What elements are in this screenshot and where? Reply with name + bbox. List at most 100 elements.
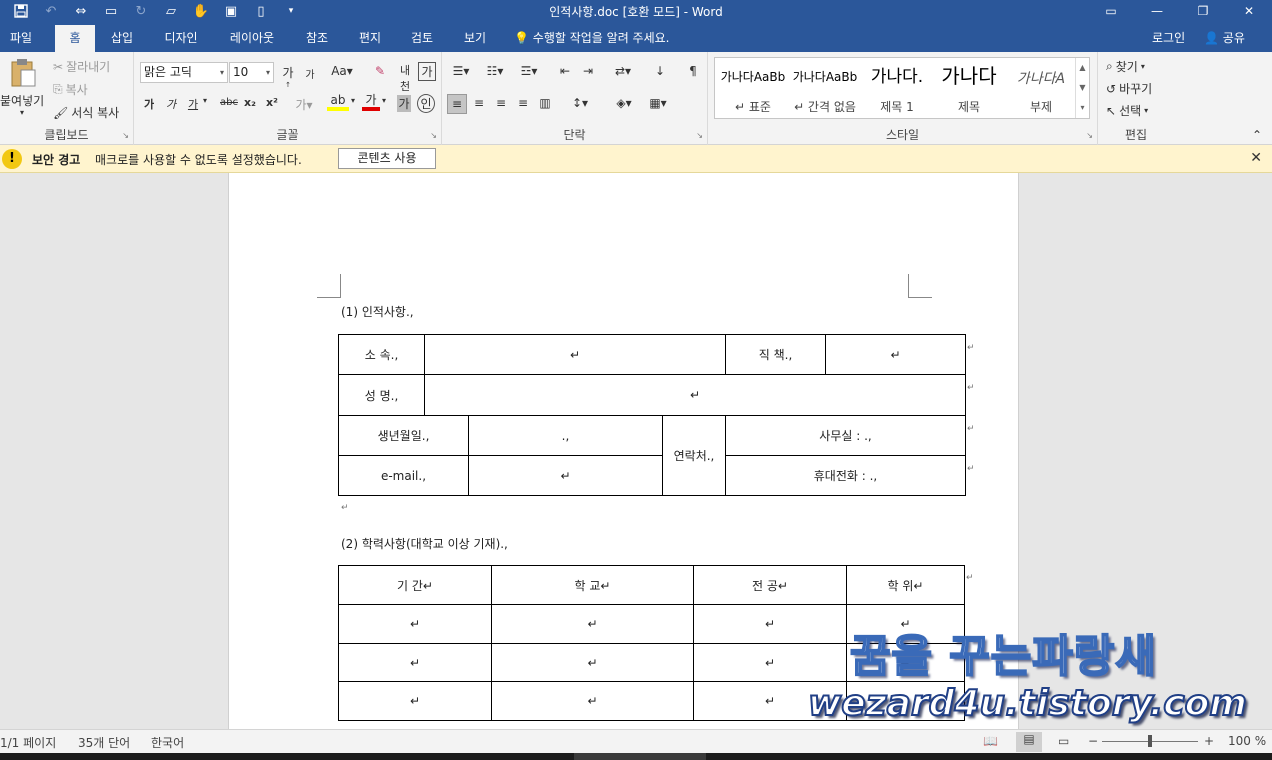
chevron-up-icon[interactable]: ▲ xyxy=(1076,58,1089,78)
style-normal[interactable]: 가나다AaBb ↵ 표준 xyxy=(717,58,789,118)
paste-dropdown-icon[interactable]: ▾ xyxy=(20,108,24,117)
phonetic-guide-icon[interactable]: 내천 xyxy=(395,62,415,94)
login-link[interactable]: 로그인 xyxy=(1152,25,1185,52)
zoom-out-button[interactable]: − xyxy=(1088,734,1098,748)
share-button[interactable]: 👤 공유 xyxy=(1204,25,1245,52)
zoom-in-button[interactable]: + xyxy=(1204,734,1214,748)
bullets-icon[interactable]: ☰▾ xyxy=(448,64,474,78)
affiliation-value[interactable]: ↵ xyxy=(424,334,726,375)
table-cell[interactable]: ↵ xyxy=(491,681,694,721)
char-shading-icon[interactable]: 가 xyxy=(397,95,411,112)
copy-button[interactable]: ⎘ 복사 xyxy=(53,81,88,98)
align-right-icon[interactable]: ≡ xyxy=(492,96,510,110)
distributed-icon[interactable]: ▥ xyxy=(536,96,554,110)
tab-mailings[interactable]: 편지 xyxy=(350,25,390,52)
select-button[interactable]: ↖ 선택 ▾ xyxy=(1106,102,1148,119)
highlight-icon[interactable]: ab xyxy=(327,94,349,111)
shrink-font-icon[interactable]: 가 xyxy=(302,66,318,81)
table-cell[interactable]: ↵ xyxy=(338,604,492,644)
enclose-char-icon[interactable]: 인 xyxy=(417,94,435,113)
justify-icon[interactable]: ≡ xyxy=(514,96,532,110)
find-button[interactable]: ⌕ 찾기 ▾ xyxy=(1106,58,1145,75)
minimize-button[interactable]: — xyxy=(1134,0,1180,22)
email-value[interactable]: ↵ xyxy=(468,455,663,496)
zoom-level[interactable]: 100 % xyxy=(1228,734,1266,748)
paragraph-launcher-icon[interactable]: ↘ xyxy=(696,131,703,140)
clipboard-launcher-icon[interactable]: ↘ xyxy=(122,131,129,140)
zoom-slider-thumb[interactable] xyxy=(1148,735,1152,747)
birth-value[interactable]: ., xyxy=(468,415,663,456)
font-launcher-icon[interactable]: ↘ xyxy=(430,131,437,140)
table-cell[interactable]: ↵ xyxy=(338,681,492,721)
clear-formatting-icon[interactable]: ✎ xyxy=(371,64,389,78)
tab-layout[interactable]: 레이아웃 xyxy=(219,25,285,52)
word-count[interactable]: 35개 단어 xyxy=(78,734,130,751)
show-marks-icon[interactable]: ¶ xyxy=(684,64,702,78)
numbering-icon[interactable]: ☷▾ xyxy=(482,64,508,78)
table-cell[interactable]: ↵ xyxy=(338,643,492,682)
subscript-button[interactable]: x₂ xyxy=(242,96,258,109)
paste-button[interactable]: 붙여넣기 xyxy=(0,92,44,109)
table-cell[interactable]: ↵ xyxy=(491,643,694,682)
restore-button[interactable]: ❐ xyxy=(1180,0,1226,22)
read-mode-icon[interactable]: 📖 xyxy=(983,734,998,748)
tab-view[interactable]: 보기 xyxy=(455,25,495,52)
page-count[interactable]: 1/1 페이지 xyxy=(0,734,56,751)
increase-indent-icon[interactable]: ⇥ xyxy=(579,64,597,78)
tab-home[interactable]: 홈 xyxy=(55,25,95,52)
font-color-dropdown-icon[interactable]: ▾ xyxy=(380,96,388,105)
sort-icon[interactable]: ↓ xyxy=(651,64,669,78)
styles-launcher-icon[interactable]: ↘ xyxy=(1086,131,1093,140)
text-direction-icon[interactable]: ⇄▾ xyxy=(610,64,636,78)
style-heading-1[interactable]: 가나다. 제목 1 xyxy=(861,58,933,118)
mobile-phone[interactable]: 휴대전화 : ., xyxy=(725,455,966,496)
font-size-combo[interactable]: 10 ▾ xyxy=(229,62,274,83)
shading-icon[interactable]: ◈▾ xyxy=(610,96,638,110)
enclosed-char-icon[interactable]: 가 xyxy=(418,62,436,81)
print-layout-icon[interactable]: ▤ xyxy=(1016,732,1042,752)
table-cell[interactable]: ↵ xyxy=(693,604,847,644)
more-styles-icon[interactable]: ▾ xyxy=(1076,98,1089,118)
document-area[interactable]: (1) 인적사항., 소 속., ↵ 직 책., ↵ 성 명., ↵ 생년월일.… xyxy=(0,173,1272,729)
taskbar-active-item[interactable] xyxy=(574,753,706,760)
styles-scroll[interactable]: ▲ ▼ ▾ xyxy=(1075,58,1089,118)
table-cell[interactable]: ↵ xyxy=(693,643,847,682)
tab-insert[interactable]: 삽입 xyxy=(101,25,143,52)
strikethrough-button[interactable]: abc xyxy=(218,97,240,108)
tab-review[interactable]: 검토 xyxy=(402,25,442,52)
underline-dropdown-icon[interactable]: ▾ xyxy=(201,96,209,105)
change-case-icon[interactable]: Aa▾ xyxy=(330,64,354,78)
format-painter-button[interactable]: 🖌 서식 복사 xyxy=(53,104,119,121)
grow-font-icon[interactable]: 가↑ xyxy=(280,64,296,95)
collapse-ribbon-icon[interactable]: ⌃ xyxy=(1250,128,1264,142)
web-layout-icon[interactable]: ▭ xyxy=(1058,734,1069,748)
office-phone[interactable]: 사무실 : ., xyxy=(725,415,966,456)
style-subtitle[interactable]: 가나다A 부제 xyxy=(1005,58,1077,118)
tab-references[interactable]: 참조 xyxy=(297,25,337,52)
name-value[interactable]: ↵ xyxy=(424,374,966,416)
tell-me-box[interactable]: 💡 수행할 작업을 알려 주세요. xyxy=(514,25,669,52)
cut-button[interactable]: ✂ 잘라내기 xyxy=(53,58,110,75)
italic-button[interactable]: 가 xyxy=(164,96,178,112)
underline-button[interactable]: 가 xyxy=(186,96,200,112)
replace-button[interactable]: ↺ 바꾸기 xyxy=(1106,80,1152,97)
multilevel-list-icon[interactable]: ☲▾ xyxy=(514,64,544,78)
language-indicator[interactable]: 한국어 xyxy=(151,734,184,751)
tab-design[interactable]: 디자인 xyxy=(153,25,209,52)
enable-content-button[interactable]: 콘텐츠 사용 xyxy=(338,148,436,169)
line-spacing-icon[interactable]: ↕▾ xyxy=(566,96,594,110)
close-icon[interactable]: ✕ xyxy=(1250,150,1262,166)
clipboard-icon[interactable] xyxy=(6,58,40,88)
superscript-button[interactable]: x² xyxy=(264,96,280,109)
position-value[interactable]: ↵ xyxy=(825,334,966,375)
ribbon-display-icon[interactable]: ▭ xyxy=(1088,0,1134,22)
style-no-spacing[interactable]: 가나다AaBb ↵ 간격 없음 xyxy=(789,58,861,118)
close-button[interactable]: ✕ xyxy=(1226,0,1272,22)
borders-icon[interactable]: ▦▾ xyxy=(644,96,672,110)
tab-file[interactable]: 파일 xyxy=(0,25,42,52)
align-left-icon[interactable]: ≡ xyxy=(447,94,467,114)
highlight-dropdown-icon[interactable]: ▾ xyxy=(349,96,357,105)
align-center-icon[interactable]: ≡ xyxy=(470,96,488,110)
bold-button[interactable]: 가 xyxy=(142,96,156,112)
chevron-down-icon[interactable]: ▼ xyxy=(1076,78,1089,98)
